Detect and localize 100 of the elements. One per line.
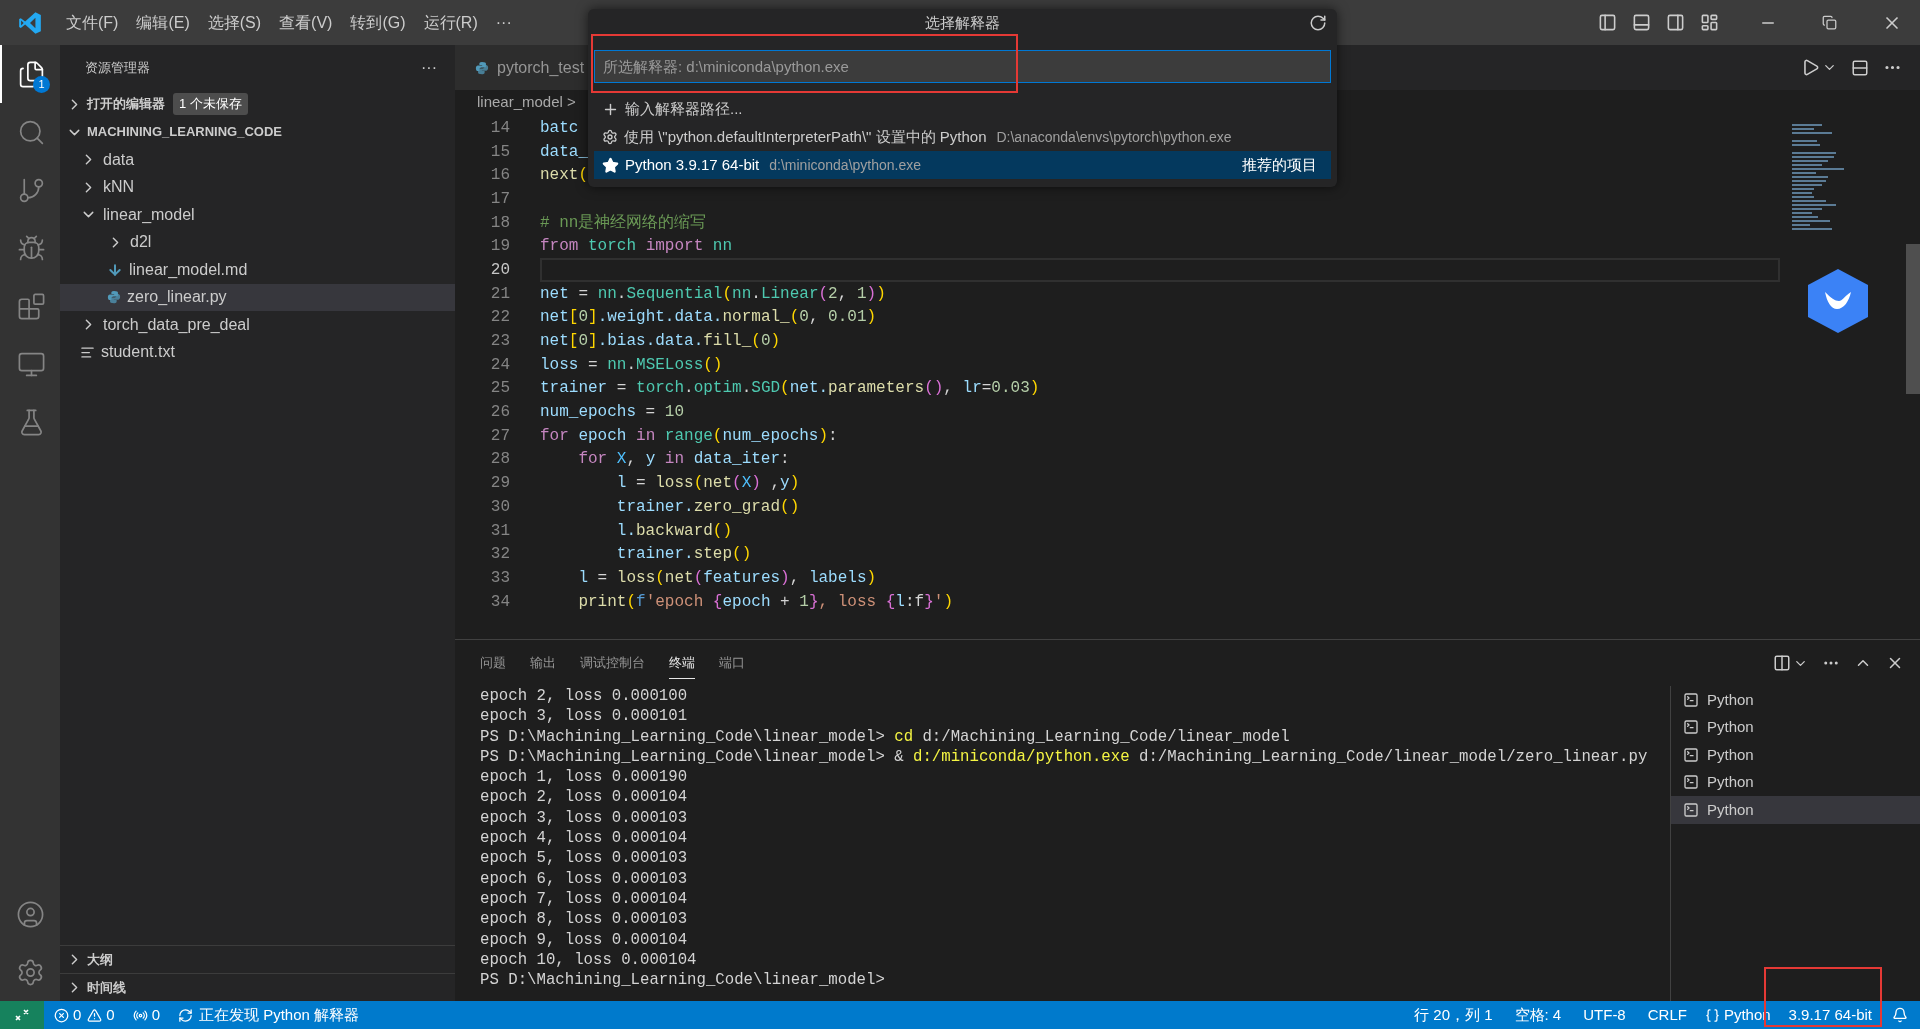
panel-tab[interactable]: 问题	[480, 646, 506, 680]
menu-item[interactable]: 运行(R)	[414, 10, 487, 35]
terminal-line: epoch 3, loss 0.000103	[480, 807, 688, 829]
debug-icon	[16, 233, 46, 263]
toggle-secondary-sidebar-icon[interactable]	[1666, 13, 1685, 32]
menu-item[interactable]: 文件(F)	[57, 10, 128, 35]
toggle-panel-icon[interactable]	[1632, 13, 1651, 32]
remote-button[interactable]	[0, 1001, 44, 1029]
code-line: for epoch in range(num_epochs):	[540, 425, 838, 447]
cursor-position[interactable]: 行 20，列 1	[1414, 1003, 1493, 1027]
breadcrumb-item[interactable]: linear_model	[477, 90, 563, 114]
error-count[interactable]: 0	[73, 1003, 82, 1027]
code-line: for X, y in data_iter:	[577, 449, 790, 471]
line-number: 15	[489, 141, 510, 163]
terminal-list-item[interactable]: Python	[1671, 768, 1920, 796]
terminal-line: epoch 8, loss 0.000103	[480, 909, 688, 930]
code-line: l.backward()	[615, 520, 733, 542]
terminal-icon	[1683, 719, 1699, 736]
code-line: next(	[540, 165, 588, 187]
tree-item[interactable]: zero_linear.py	[60, 283, 455, 311]
tree-item[interactable]: kNN	[60, 173, 455, 201]
terminal-icon	[1683, 801, 1699, 818]
code-line: l = loss(net(X) ,y)	[615, 473, 800, 495]
folder-header[interactable]: MACHINING_LEARNING_CODE	[87, 122, 282, 142]
interpreter-version[interactable]: 3.9.17 64-bit	[1788, 1003, 1872, 1027]
menu-item[interactable]: 查看(V)	[270, 10, 342, 35]
tree-item[interactable]: torch_data_pre_deal	[60, 311, 455, 339]
tree-item[interactable]: d2l	[60, 228, 455, 256]
tree-item[interactable]: linear_model.md	[60, 256, 455, 284]
terminal-line: epoch 10, loss 0.000104	[480, 949, 697, 971]
section-header[interactable]: 时间线	[87, 977, 126, 998]
sidebar-title: 资源管理器	[85, 58, 151, 77]
terminal-icon	[1683, 774, 1699, 791]
indentation-setting[interactable]: 空格: 4	[1514, 1003, 1562, 1027]
panel-tab[interactable]: 端口	[719, 646, 745, 680]
refresh-icon[interactable]	[1309, 14, 1327, 32]
interpreter-discovery-status[interactable]: 正在发现 Python 解释器	[199, 1003, 360, 1027]
tree-item[interactable]: data	[60, 146, 455, 174]
menu-item[interactable]: 编辑(E)	[127, 10, 199, 35]
braces-icon	[1704, 1007, 1720, 1023]
warning-count[interactable]: 0	[106, 1003, 115, 1027]
line-number: 20	[489, 259, 510, 281]
terminal-line: PS D:\Machining_Learning_Code\linear_model> cd d:/Machining_Learning_Code/linear_model	[480, 726, 1290, 747]
terminal-list-item[interactable]: Python	[1671, 796, 1920, 824]
scrollbar[interactable]	[1906, 244, 1920, 394]
section-header[interactable]: 打开的编辑器	[87, 94, 165, 114]
gear-icon	[602, 129, 618, 145]
line-number: 24	[489, 354, 510, 376]
line-number: 33	[489, 567, 510, 589]
account-icon	[15, 899, 45, 929]
code-line: print(f'epoch {epoch + 1}, loss {l:f}')	[577, 591, 953, 613]
error-icon	[54, 1007, 69, 1023]
line-number: 22	[489, 307, 510, 329]
encoding-setting[interactable]: UTF-8	[1583, 1003, 1626, 1027]
code-line: num_epochs = 10	[540, 402, 685, 424]
line-number: 28	[489, 449, 510, 471]
interpreter-option[interactable]: Python 3.9.17 64-bit d:\miniconda\python.exe 推荐的项目	[594, 151, 1331, 179]
customize-layout-icon[interactable]	[1700, 13, 1719, 32]
menu-item[interactable]: ···	[486, 10, 521, 35]
line-number: 30	[489, 496, 510, 518]
panel-tab[interactable]: 终端	[669, 646, 695, 680]
code-line: trainer.step()	[615, 544, 752, 566]
terminal-line: epoch 3, loss 0.000101	[480, 706, 688, 727]
line-number: 14	[489, 117, 510, 139]
terminal-list-item[interactable]: Python	[1671, 741, 1920, 769]
split-terminal-icon[interactable]	[1773, 654, 1791, 672]
line-number: 32	[489, 544, 510, 566]
line-number: 19	[489, 236, 510, 258]
section-header[interactable]: 大纲	[87, 949, 113, 970]
terminal-line: epoch 4, loss 0.000104	[480, 828, 688, 849]
notification-badge: 1	[33, 76, 50, 93]
run-icon[interactable]	[1801, 58, 1820, 77]
toggle-sidebar-icon[interactable]	[1598, 13, 1617, 32]
tree-item[interactable]: student.txt	[60, 338, 455, 366]
code-line: # nn是神经网络的缩写	[540, 212, 707, 234]
ports-count[interactable]: 0	[151, 1003, 161, 1027]
terminal-list-item[interactable]: Python	[1671, 713, 1920, 741]
code-line: net[0].bias.data.fill_(0)	[540, 331, 781, 353]
line-number: 34	[489, 591, 510, 613]
split-editor-icon[interactable]	[1851, 58, 1869, 77]
line-number: 21	[489, 283, 510, 305]
tree-item[interactable]: linear_model	[60, 201, 455, 229]
code-line: net = nn.Sequential(nn.Linear(2, 1))	[540, 283, 886, 305]
line-ending-setting[interactable]: CRLF	[1647, 1003, 1687, 1027]
restore-icon[interactable]	[1822, 15, 1837, 30]
interpreter-option[interactable]: 使用 \"python.defaultInterpreterPath\" 设置中的 Python D:\anaconda\envs\pytorch\python.exe	[594, 123, 1331, 151]
terminal-icon	[1683, 691, 1699, 708]
interpreter-input-field[interactable]: 所选解释器: d:\miniconda\python.exe	[594, 50, 1331, 83]
panel-tab[interactable]: 调试控制台	[580, 646, 645, 680]
interpreter-option[interactable]: 输入解释器路径...	[594, 95, 1331, 123]
line-number: 29	[489, 473, 510, 495]
terminal-line: epoch 1, loss 0.000190	[480, 767, 688, 788]
notifications-icon[interactable]	[1892, 1007, 1908, 1023]
remote-icon	[14, 1007, 30, 1023]
panel-tab[interactable]: 输出	[530, 646, 556, 680]
menu-item[interactable]: 转到(G)	[341, 10, 415, 35]
terminal-list-item[interactable]: Python	[1671, 686, 1920, 714]
menu-item[interactable]: 选择(S)	[198, 10, 271, 35]
line-number: 31	[489, 520, 510, 542]
more-actions-button[interactable]: ···	[421, 55, 437, 80]
